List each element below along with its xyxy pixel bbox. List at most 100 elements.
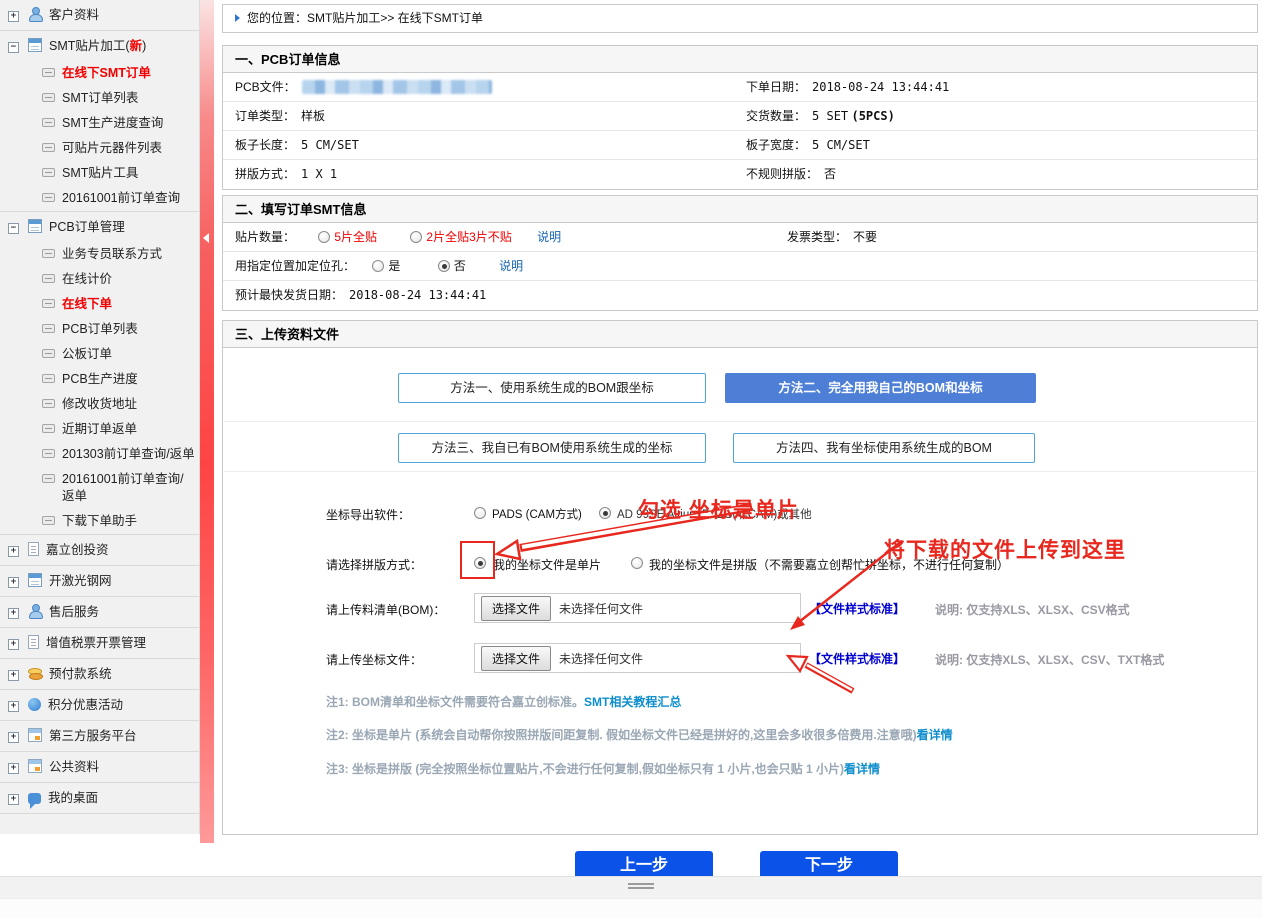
bom-style-standard-link[interactable]: 【文件样式标准】 [809, 600, 905, 617]
sidebar-item-pre-20161001-orders[interactable]: 20161001前订单查询 [0, 186, 199, 211]
bom-file-input[interactable]: 选择文件 未选择任何文件 [474, 593, 801, 623]
radio-ad-altium-other[interactable] [599, 507, 611, 519]
method3-button[interactable]: 方法三、我自已有BOM使用系统生成的坐标 [398, 433, 706, 463]
bom-upload-label: 请上传料清单(BOM)： [326, 601, 445, 618]
sidebar-item-my-desktop[interactable]: 我的桌面 [0, 783, 199, 813]
annotation-check-single: 勾选 坐标是单片 [638, 494, 799, 524]
sidebar-item-public-board-order[interactable]: 公板订单 [0, 342, 199, 367]
paste-qty-help-link[interactable]: 说明 [537, 230, 561, 244]
delivery-qty-label: 交货数量： [746, 109, 806, 123]
expand-plus-icon[interactable] [8, 701, 19, 712]
sidebar-item-change-address[interactable]: 修改收货地址 [0, 392, 199, 417]
radio-5pcs-all-label[interactable]: 5片全贴 [334, 230, 377, 244]
radio-hole-yes[interactable] [372, 260, 384, 272]
radio-hole-no[interactable] [438, 260, 450, 272]
smt-tutorials-link[interactable]: SMT相关教程汇总 [584, 695, 681, 709]
new-badge: 新 [130, 39, 143, 53]
sidebar-item-online-order[interactable]: 在线下单 [0, 292, 199, 317]
radio-pads-cam-label[interactable]: PADS (CAM方式) [492, 506, 582, 522]
note-3-details-link[interactable]: 看详情 [844, 762, 880, 776]
sidebar-item-after-sales[interactable]: 售后服务 [0, 597, 199, 627]
coord-choose-file-button[interactable]: 选择文件 [481, 646, 551, 671]
sidebar-item-third-party[interactable]: 第三方服务平台 [0, 721, 199, 751]
user-icon [28, 604, 42, 618]
sidebar-item-label: 积分优惠活动 [48, 698, 123, 712]
expand-plus-icon[interactable] [8, 577, 19, 588]
sidebar-item-pcb-order-list[interactable]: PCB订单列表 [0, 317, 199, 342]
breadcrumb-arrow-icon [235, 14, 240, 22]
sidebar-item-laser-stencil[interactable]: 开激光钢网 [0, 566, 199, 596]
collapse-minus-icon[interactable] [8, 42, 19, 53]
order-date-label: 下单日期： [746, 80, 806, 94]
coord-style-standard-link[interactable]: 【文件样式标准】 [809, 650, 905, 667]
method1-button[interactable]: 方法一、使用系统生成的BOM跟坐标 [398, 373, 706, 403]
list-icon [42, 374, 55, 383]
sidebar-item-vat-invoice[interactable]: 增值税票开票管理 [0, 628, 199, 658]
expand-plus-icon[interactable] [8, 794, 19, 805]
sidebar-item-download-helper[interactable]: 下载下单助手 [0, 509, 199, 534]
sidebar-item-specialist-contact[interactable]: 业务专员联系方式 [0, 242, 199, 267]
radio-coord-panelized[interactable] [631, 557, 643, 569]
collapse-minus-icon[interactable] [8, 223, 19, 234]
sidebar-item-label: 近期订单返单 [62, 422, 137, 436]
expand-plus-icon[interactable] [8, 11, 19, 22]
resize-handle[interactable] [628, 883, 654, 885]
board-width-label: 板子宽度： [746, 138, 806, 152]
sidebar-item-pre-20161001-reorder[interactable]: 20161001前订单查询/返单 [0, 467, 199, 509]
table-row: 板子长度：5 CM/SET 板子宽度：5 CM/SET [223, 131, 1257, 160]
bom-format-note: 说明: 仅支持XLS、XLSX、CSV格式 [935, 601, 1130, 618]
board-length-label: 板子长度： [235, 138, 295, 152]
expand-plus-icon[interactable] [8, 546, 19, 557]
radio-2full-3none[interactable] [410, 231, 422, 243]
list-icon [42, 399, 55, 408]
sidebar-item-pcb-progress[interactable]: PCB生产进度 [0, 367, 199, 392]
sidebar-item-smt-processing[interactable]: SMT贴片加工(新) [0, 31, 199, 61]
radio-2full-3none-label[interactable]: 2片全贴3片不贴 [426, 230, 511, 244]
sidebar-item-points-promo[interactable]: 积分优惠活动 [0, 690, 199, 720]
list-icon [42, 299, 55, 308]
sidebar-item-smt-tools[interactable]: SMT贴片工具 [0, 161, 199, 186]
sidebar-item-pre-201303-orders[interactable]: 201303前订单查询/返单 [0, 442, 199, 467]
sidebar-item-prepayment[interactable]: 预付款系统 [0, 659, 199, 689]
radio-5pcs-all[interactable] [318, 231, 330, 243]
coord-file-input[interactable]: 选择文件 未选择任何文件 [474, 643, 801, 673]
sidebar-item-public-data[interactable]: 公共资料 [0, 752, 199, 782]
window-icon [28, 728, 42, 742]
coord-no-file-text: 未选择任何文件 [559, 650, 643, 667]
list-icon [42, 516, 55, 525]
radio-coord-single-label[interactable]: 我的坐标文件是单片 [493, 556, 601, 573]
list-icon [42, 118, 55, 127]
expand-plus-icon[interactable] [8, 608, 19, 619]
expand-plus-icon[interactable] [8, 670, 19, 681]
expand-plus-icon[interactable] [8, 639, 19, 650]
sidebar-item-pcb-order-mgmt[interactable]: PCB订单管理 [0, 212, 199, 242]
expand-plus-icon[interactable] [8, 732, 19, 743]
bom-choose-file-button[interactable]: 选择文件 [481, 596, 551, 621]
radio-hole-yes-label[interactable]: 是 [388, 259, 400, 273]
radio-hole-no-label[interactable]: 否 [454, 259, 466, 273]
hole-help-link[interactable]: 说明 [499, 259, 523, 273]
expand-plus-icon[interactable] [8, 763, 19, 774]
list-icon [42, 474, 55, 483]
sidebar-item-mountable-components[interactable]: 可贴片元器件列表 [0, 136, 199, 161]
method2-button-active[interactable]: 方法二、完全用我自己的BOM和坐标 [725, 373, 1036, 403]
sidebar-item-customer-data[interactable]: 客户资料 [0, 0, 199, 30]
sidebar-item-label: SMT贴片加工( [49, 39, 130, 53]
method4-button[interactable]: 方法四、我有坐标使用系统生成的BOM [733, 433, 1035, 463]
sidebar-splitter[interactable] [200, 0, 214, 843]
coord-software-label: 坐标导出软件： [326, 506, 410, 523]
sidebar-item-smt-order-list[interactable]: SMT订单列表 [0, 86, 199, 111]
note-1-text: 注1: BOM清单和坐标文件需要符合嘉立创标准。 [326, 695, 584, 709]
earliest-ship-value: 2018-08-24 13:44:41 [349, 288, 486, 302]
list-icon [42, 93, 55, 102]
radio-pads-cam[interactable] [474, 507, 486, 519]
sidebar-item-online-smt-order[interactable]: 在线下SMT订单 [0, 61, 199, 86]
sidebar-item-jlc-investment[interactable]: 嘉立创投资 [0, 535, 199, 565]
sidebar-item-smt-progress[interactable]: SMT生产进度查询 [0, 111, 199, 136]
sidebar-item-online-pricing[interactable]: 在线计价 [0, 267, 199, 292]
sidebar-item-label: PCB生产进度 [62, 372, 138, 386]
delivery-qty-pcs: (5PCS) [851, 109, 894, 123]
sidebar-item-recent-reorder[interactable]: 近期订单返单 [0, 417, 199, 442]
collapse-arrow-icon [203, 233, 209, 243]
note-2-details-link[interactable]: 看详情 [917, 728, 953, 742]
